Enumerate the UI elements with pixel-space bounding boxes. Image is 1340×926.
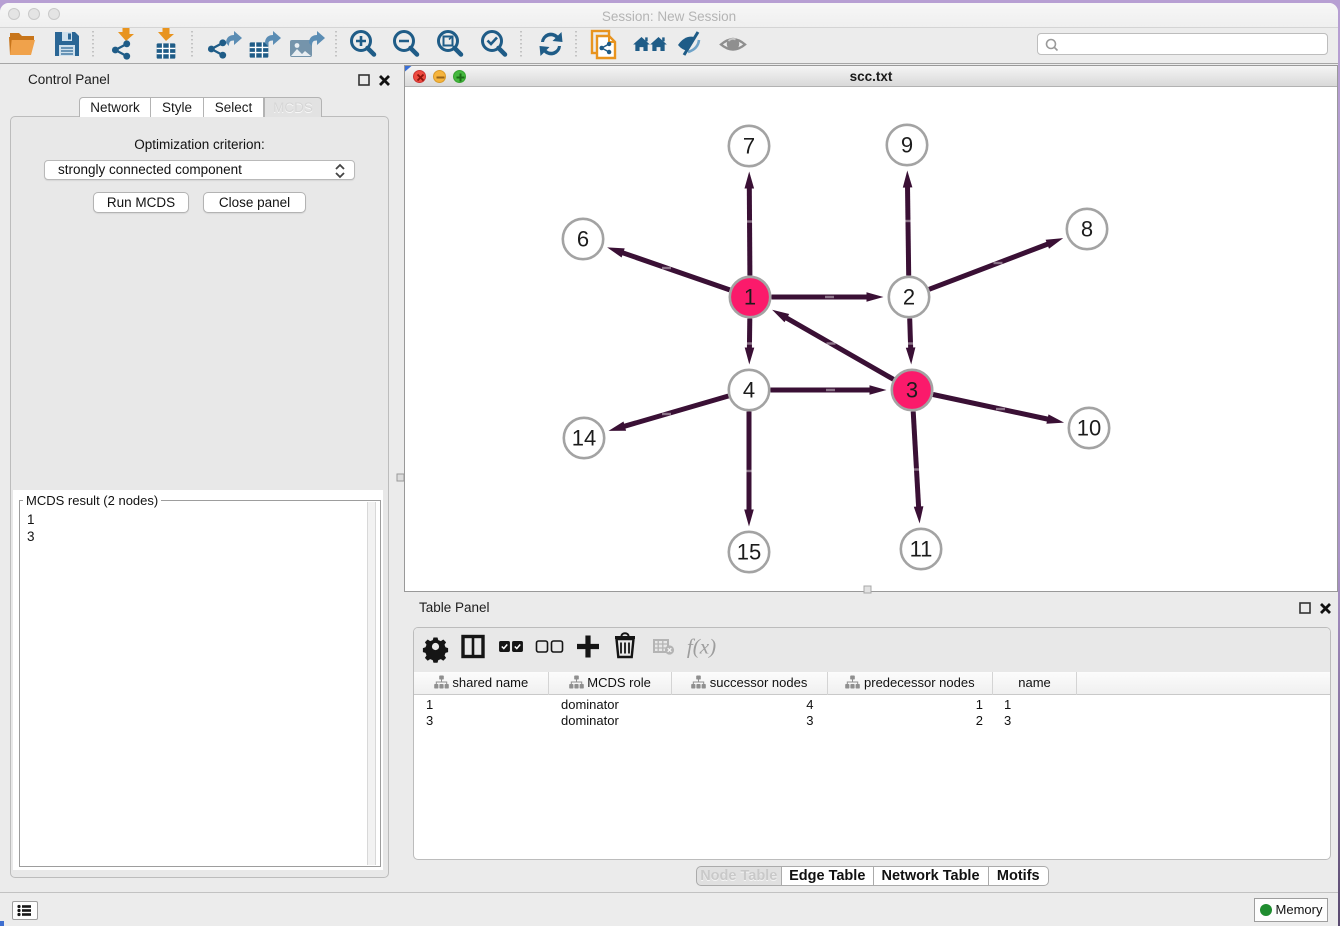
svg-text:3: 3 [906, 378, 918, 403]
svg-text:4: 4 [743, 378, 755, 403]
svg-text:9: 9 [901, 133, 913, 158]
svg-text:7: 7 [743, 134, 755, 159]
svg-text:11: 11 [910, 537, 933, 562]
svg-text:15: 15 [737, 540, 761, 565]
svg-text:2: 2 [903, 285, 915, 310]
svg-text:8: 8 [1081, 217, 1093, 242]
svg-text:10: 10 [1077, 416, 1101, 441]
svg-text:6: 6 [577, 227, 589, 252]
svg-text:f(x): f(x) [687, 635, 716, 659]
svg-text:14: 14 [572, 426, 596, 451]
svg-text:1: 1 [744, 285, 756, 310]
